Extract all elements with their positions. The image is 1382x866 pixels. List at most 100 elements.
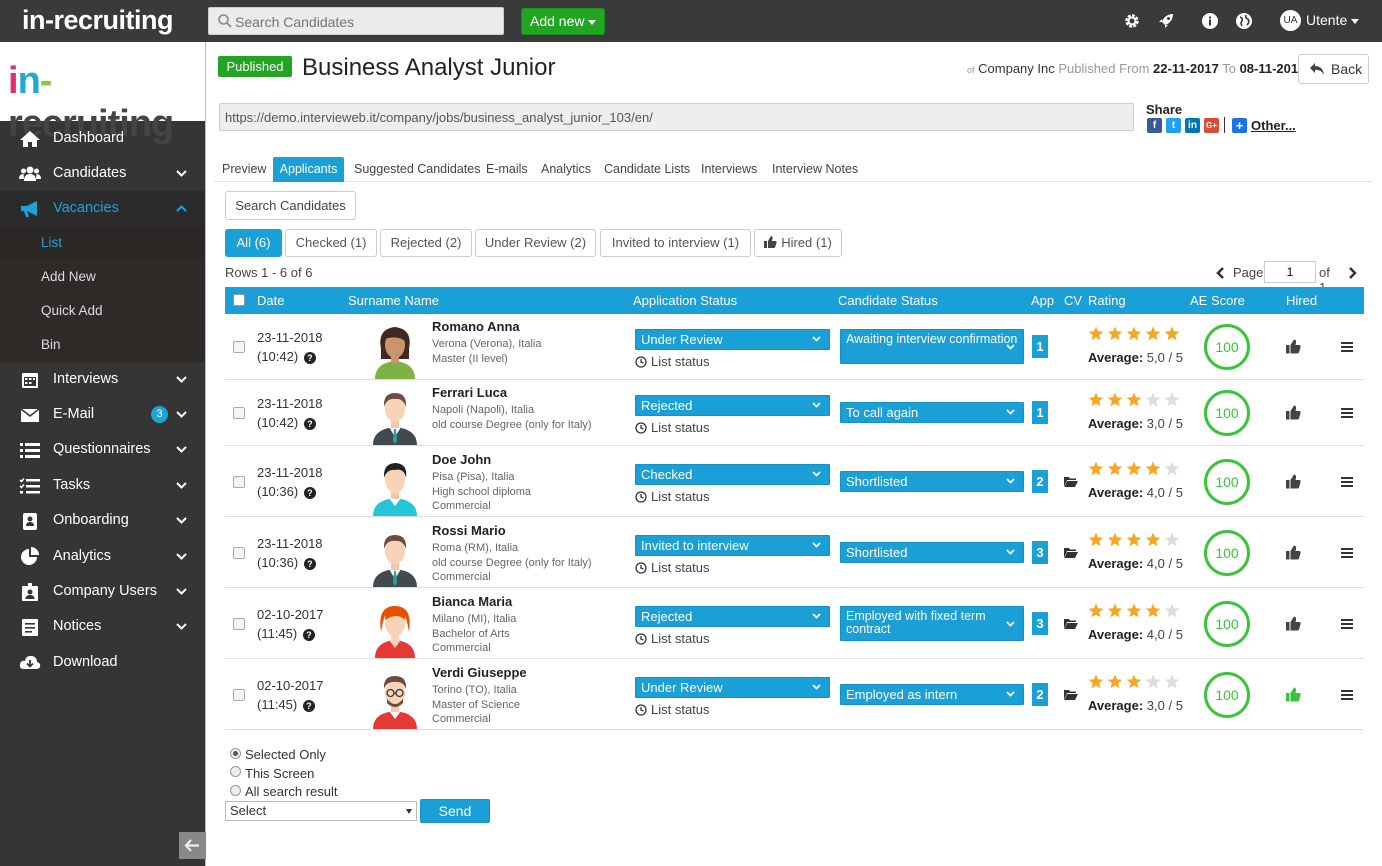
top-logo[interactable]: in-recruiting bbox=[22, 5, 174, 36]
avatar[interactable] bbox=[367, 669, 423, 729]
row-checkbox[interactable] bbox=[233, 341, 245, 353]
thumbs-up-icon[interactable] bbox=[1286, 474, 1301, 489]
bulk-action-select[interactable]: Select bbox=[225, 801, 417, 821]
star-empty-icon[interactable] bbox=[1164, 603, 1180, 618]
question-mark-icon[interactable]: ? bbox=[303, 557, 316, 570]
page-number-input[interactable] bbox=[1264, 261, 1316, 283]
star-filled-icon[interactable] bbox=[1126, 674, 1142, 689]
sidebar-subitem-quick-add[interactable]: Quick Add bbox=[0, 294, 205, 328]
star-empty-icon[interactable] bbox=[1145, 674, 1161, 689]
star-filled-icon[interactable] bbox=[1088, 392, 1104, 407]
question-mark-icon[interactable]: ? bbox=[302, 699, 315, 712]
tab-analytics[interactable]: Analytics bbox=[541, 157, 591, 182]
candidate-name[interactable]: Bianca Maria bbox=[432, 594, 512, 609]
question-mark-icon[interactable]: ? bbox=[303, 418, 316, 430]
application-status-select[interactable]: Under Review bbox=[635, 329, 830, 350]
tab-emails[interactable]: E-mails bbox=[486, 157, 528, 182]
facebook-icon[interactable]: f bbox=[1147, 118, 1162, 133]
star-filled-icon[interactable] bbox=[1107, 326, 1123, 341]
sidebar-item-email[interactable]: E-Mail 3 bbox=[0, 397, 205, 432]
star-filled-icon[interactable] bbox=[1145, 461, 1161, 476]
candidate-name[interactable]: Ferrari Luca bbox=[432, 385, 507, 400]
add-new-button[interactable]: Add new bbox=[521, 8, 605, 35]
sidebar-subitem-bin[interactable]: Bin bbox=[0, 328, 205, 362]
back-button[interactable]: Back bbox=[1298, 54, 1369, 84]
star-filled-icon[interactable] bbox=[1107, 674, 1123, 689]
list-status-link[interactable]: List status bbox=[635, 631, 710, 646]
avatar[interactable] bbox=[367, 598, 423, 658]
sidebar-item-vacancies[interactable]: Vacancies bbox=[0, 191, 205, 226]
row-checkbox[interactable] bbox=[233, 407, 245, 419]
row-checkbox[interactable] bbox=[233, 475, 245, 488]
star-filled-icon[interactable] bbox=[1145, 603, 1161, 618]
candidate-name[interactable]: Verdi Giuseppe bbox=[432, 665, 527, 680]
tab-applicants[interactable]: Applicants bbox=[273, 157, 344, 182]
filter-under-review[interactable]: Under Review (2) bbox=[475, 229, 596, 257]
sidebar-collapse-button[interactable] bbox=[179, 832, 206, 859]
star-empty-icon[interactable] bbox=[1164, 392, 1180, 407]
star-filled-icon[interactable] bbox=[1126, 532, 1142, 547]
sidebar-item-interviews[interactable]: Interviews bbox=[0, 362, 205, 397]
tab-interviews[interactable]: Interviews bbox=[701, 157, 757, 182]
sidebar-item-questionnaires[interactable]: Questionnaires bbox=[0, 432, 205, 467]
avatar[interactable] bbox=[367, 527, 423, 587]
column-header-app[interactable]: App bbox=[1031, 293, 1054, 308]
filter-checked[interactable]: Checked (1) bbox=[285, 229, 377, 257]
send-button[interactable]: Send bbox=[420, 799, 490, 823]
column-header-rating[interactable]: Rating bbox=[1088, 293, 1126, 308]
rating-stars[interactable] bbox=[1088, 392, 1183, 408]
hamburger-menu-icon[interactable] bbox=[1341, 689, 1353, 700]
column-header-application-status[interactable]: Application Status bbox=[633, 293, 737, 308]
applications-count[interactable]: 2 bbox=[1032, 682, 1048, 706]
thumbs-up-icon[interactable] bbox=[1286, 339, 1301, 354]
applications-count[interactable]: 3 bbox=[1032, 611, 1048, 635]
linkedin-icon[interactable]: in bbox=[1185, 118, 1200, 133]
thumbs-up-icon[interactable] bbox=[1286, 405, 1301, 420]
radio-selected-only[interactable] bbox=[230, 748, 241, 759]
star-filled-icon[interactable] bbox=[1126, 461, 1142, 476]
star-filled-icon[interactable] bbox=[1107, 461, 1123, 476]
star-filled-icon[interactable] bbox=[1107, 603, 1123, 618]
chevron-left-icon[interactable] bbox=[1215, 267, 1225, 279]
tab-candidate-lists[interactable]: Candidate Lists bbox=[604, 157, 690, 182]
thumbs-up-icon[interactable] bbox=[1286, 616, 1301, 631]
row-checkbox[interactable] bbox=[233, 546, 245, 559]
application-status-select[interactable]: Rejected bbox=[635, 606, 830, 627]
list-status-link[interactable]: List status bbox=[635, 489, 710, 504]
star-empty-icon[interactable] bbox=[1164, 532, 1180, 547]
column-header-cv[interactable]: CV bbox=[1064, 293, 1082, 308]
folder-open-icon[interactable] bbox=[1064, 476, 1078, 488]
star-filled-icon[interactable] bbox=[1088, 532, 1104, 547]
rating-stars[interactable] bbox=[1088, 603, 1183, 619]
star-empty-icon[interactable] bbox=[1145, 392, 1161, 407]
candidate-name[interactable]: Rossi Mario bbox=[432, 523, 506, 538]
star-filled-icon[interactable] bbox=[1164, 326, 1180, 341]
application-status-select[interactable]: Checked bbox=[635, 464, 830, 485]
star-filled-icon[interactable] bbox=[1088, 461, 1104, 476]
sidebar-item-notices[interactable]: Notices bbox=[0, 609, 205, 644]
sidebar-item-onboarding[interactable]: Onboarding bbox=[0, 503, 205, 538]
avatar[interactable] bbox=[367, 385, 423, 445]
list-status-link[interactable]: List status bbox=[635, 560, 710, 575]
hamburger-menu-icon[interactable] bbox=[1341, 342, 1353, 352]
row-checkbox[interactable] bbox=[233, 688, 245, 701]
applications-count[interactable]: 1 bbox=[1032, 401, 1048, 424]
hamburger-menu-icon[interactable] bbox=[1341, 476, 1353, 487]
candidate-name[interactable]: Doe John bbox=[432, 452, 491, 467]
job-url-field[interactable]: https://demo.intervieweb.it/company/jobs… bbox=[219, 103, 1134, 131]
applications-count[interactable]: 3 bbox=[1032, 540, 1048, 564]
avatar[interactable] bbox=[367, 319, 423, 379]
sidebar-item-company-users[interactable]: Company Users bbox=[0, 574, 205, 609]
sidebar-item-analytics[interactable]: Analytics bbox=[0, 539, 205, 574]
tab-preview[interactable]: Preview bbox=[222, 157, 266, 182]
star-filled-icon[interactable] bbox=[1126, 603, 1142, 618]
avatar[interactable] bbox=[367, 456, 423, 516]
hamburger-menu-icon[interactable] bbox=[1341, 408, 1353, 418]
question-mark-icon[interactable]: ? bbox=[303, 352, 316, 364]
star-filled-icon[interactable] bbox=[1145, 532, 1161, 547]
candidate-status-select[interactable]: To call again bbox=[840, 402, 1024, 423]
candidate-status-select[interactable]: Employed with fixed term contract bbox=[840, 605, 1024, 641]
folder-open-icon[interactable] bbox=[1064, 547, 1078, 559]
folder-open-icon[interactable] bbox=[1064, 689, 1078, 701]
thumbs-up-icon[interactable] bbox=[1286, 687, 1301, 702]
